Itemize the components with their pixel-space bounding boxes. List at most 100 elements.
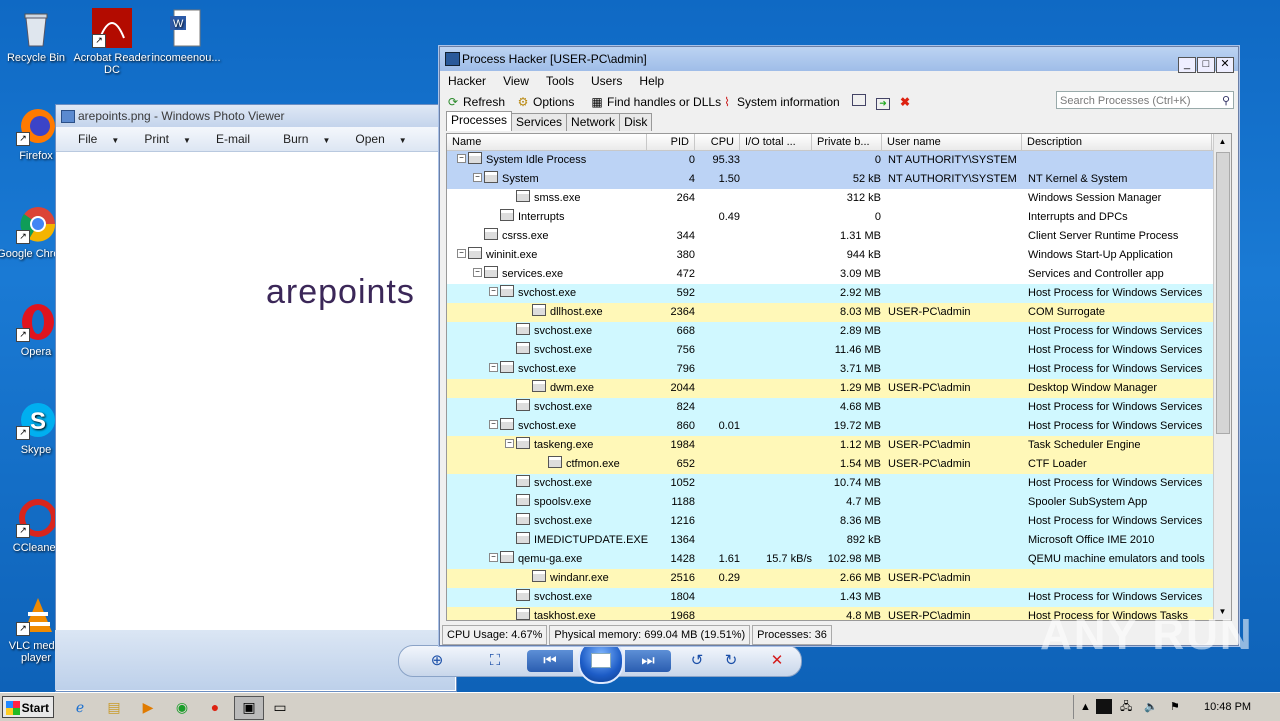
process-pid: 2044 xyxy=(670,382,695,394)
photo-viewer-taskbar-icon[interactable]: ▭ xyxy=(270,697,290,717)
process-pid: 1428 xyxy=(670,553,695,565)
rotate-right-icon[interactable]: ↻ xyxy=(717,650,745,672)
actual-size-icon[interactable]: ⛶ xyxy=(481,650,509,672)
table-row[interactable]: − svchost.exe 592 2.92 MB Host Process for W… xyxy=(447,284,1231,303)
table-row[interactable]: svchost.exe 1804 1.43 MB Host Process for W… xyxy=(447,588,1231,607)
tree-collapse-icon[interactable]: − xyxy=(489,553,498,562)
tray-flag-icon[interactable]: ⚑ xyxy=(1170,695,1180,719)
menu-view[interactable]: View xyxy=(503,71,529,91)
table-row[interactable]: − services.exe 472 3.09 MB Services and Cont… xyxy=(447,265,1231,284)
tree-collapse-icon[interactable]: − xyxy=(489,363,498,372)
table-row[interactable]: − taskeng.exe 1984 1.12 MB USER-PC\admin Task… xyxy=(447,436,1231,455)
system-information-button[interactable]: ⌇ System information xyxy=(720,94,840,110)
photo-viewer-window[interactable]: arepoints.png - Windows Photo Viewer Fil… xyxy=(55,104,457,692)
scroll-up-icon[interactable]: ▲ xyxy=(1214,134,1231,150)
tab-disk[interactable]: Disk xyxy=(619,113,653,131)
opera-taskbar-icon[interactable]: ● xyxy=(205,697,225,717)
vertical-scrollbar[interactable]: ▲ ▼ xyxy=(1213,134,1231,620)
tree-collapse-icon[interactable]: − xyxy=(457,154,466,163)
table-row[interactable]: svchost.exe 668 2.89 MB Host Process for Wi… xyxy=(447,322,1231,341)
tree-collapse-icon[interactable]: − xyxy=(489,287,498,296)
table-row[interactable]: svchost.exe 824 4.68 MB Host Process for Wi… xyxy=(447,398,1231,417)
ie-icon[interactable]: ℯ xyxy=(70,697,90,717)
close-button[interactable]: ✕ xyxy=(1216,57,1234,73)
menu-tools[interactable]: Tools xyxy=(546,71,574,91)
table-row[interactable]: spoolsv.exe 1188 4.7 MB Spooler SubSystem A… xyxy=(447,493,1231,512)
menu-email[interactable]: E-mail xyxy=(216,127,250,151)
desktop-icon-recycle-bin[interactable]: Recycle Bin xyxy=(0,8,76,64)
tree-collapse-icon[interactable]: − xyxy=(505,439,514,448)
table-row[interactable]: − svchost.exe 796 3.71 MB Host Process for W… xyxy=(447,360,1231,379)
chrome-taskbar-icon[interactable]: ◉ xyxy=(172,697,192,717)
delete-icon[interactable]: ✕ xyxy=(763,650,791,672)
column-name[interactable]: Name xyxy=(447,134,647,150)
tab-network[interactable]: Network xyxy=(566,113,621,131)
rotate-left-icon[interactable]: ↺ xyxy=(683,650,711,672)
table-row[interactable]: dllhost.exe 2364 8.03 MB USER-PC\admin COM S… xyxy=(447,303,1231,322)
column-pid[interactable]: PID xyxy=(647,134,695,150)
start-button[interactable]: Start xyxy=(2,696,54,718)
table-row[interactable]: − svchost.exe 860 0.01 19.72 MB Host Process … xyxy=(447,417,1231,436)
explorer-icon[interactable]: ▤ xyxy=(104,697,124,717)
options-button[interactable]: ⚙ Options xyxy=(516,94,575,110)
refresh-button[interactable]: ⟳ Refresh xyxy=(446,94,505,110)
menu-burn[interactable]: Burn ▼ xyxy=(283,127,330,153)
column-private-bytes[interactable]: Private b... xyxy=(812,134,882,150)
find-handles-button[interactable]: ▦ Find handles or DLLs xyxy=(590,94,721,110)
table-row[interactable]: csrss.exe 344 1.31 MB Client Server Runtime… xyxy=(447,227,1231,246)
menu-open[interactable]: Open ▼ xyxy=(355,127,406,153)
menu-print[interactable]: Print ▼ xyxy=(144,127,191,153)
table-row[interactable]: − System 4 1.50 52 kB NT AUTHORITY\SYSTEM NT K… xyxy=(447,170,1231,189)
table-row[interactable]: − System Idle Process 0 95.33 0 NT AUTHORITY\… xyxy=(447,151,1231,170)
photo-viewer-titlebar[interactable]: arepoints.png - Windows Photo Viewer xyxy=(56,105,456,127)
tray-volume-icon[interactable]: 🔈 xyxy=(1144,695,1158,719)
process-hacker-taskbar-icon[interactable]: ▣ xyxy=(234,696,264,720)
table-row[interactable]: − qemu-ga.exe 1428 1.61 15.7 kB/s 102.98 MB QE… xyxy=(447,550,1231,569)
table-row[interactable]: svchost.exe 756 11.46 MB Host Process for W… xyxy=(447,341,1231,360)
tab-processes[interactable]: Processes xyxy=(446,111,513,131)
menu-hacker[interactable]: Hacker xyxy=(448,71,486,91)
table-row[interactable]: svchost.exe 1052 10.74 MB Host Process for … xyxy=(447,474,1231,493)
maximize-button[interactable]: □ xyxy=(1197,57,1215,73)
terminate-icon[interactable]: ✖ xyxy=(900,94,910,110)
table-row[interactable]: IMEDICTUPDATE.EXE 1364 892 kB Microsoft Off… xyxy=(447,531,1231,550)
desktop-icon-acrobat[interactable]: ↗ Acrobat Reader DC xyxy=(72,8,152,76)
table-row[interactable]: smss.exe 264 312 kB Windows Session Manager xyxy=(447,189,1231,208)
process-hacker-titlebar[interactable]: Process Hacker [USER-PC\admin] _ □ ✕ xyxy=(440,47,1238,73)
table-row[interactable]: windanr.exe 2516 0.29 2.66 MB USER-PC\admin xyxy=(447,569,1231,588)
menu-users[interactable]: Users xyxy=(591,71,622,91)
table-row[interactable]: − wininit.exe 380 944 kB Windows Start-Up Ap… xyxy=(447,246,1231,265)
column-description[interactable]: Description xyxy=(1022,134,1212,150)
process-tree[interactable]: Name PID CPU I/O total ... Private b... … xyxy=(446,133,1232,621)
process-hacker-window[interactable]: Process Hacker [USER-PC\admin] _ □ ✕ Hacke… xyxy=(439,46,1239,646)
zoom-icon[interactable]: ⊕ xyxy=(423,650,451,672)
clock[interactable]: 10:48 PM xyxy=(1204,695,1251,719)
tree-collapse-icon[interactable]: − xyxy=(457,249,466,258)
table-row[interactable]: dwm.exe 2044 1.29 MB USER-PC\admin Desktop W… xyxy=(447,379,1231,398)
media-player-icon[interactable]: ▶ xyxy=(138,697,158,717)
table-row[interactable]: ctfmon.exe 652 1.54 MB USER-PC\admin CTF Loa… xyxy=(447,455,1231,474)
previous-icon[interactable]: ⏮ xyxy=(527,650,573,672)
column-cpu[interactable]: CPU xyxy=(695,134,740,150)
tree-collapse-icon[interactable]: − xyxy=(473,268,482,277)
table-row[interactable]: svchost.exe 1216 8.36 MB Host Process for W… xyxy=(447,512,1231,531)
column-user-name[interactable]: User name xyxy=(882,134,1022,150)
window-icon[interactable] xyxy=(852,94,869,110)
tree-collapse-icon[interactable]: − xyxy=(489,420,498,429)
table-row[interactable]: Interrupts 0.49 0 Interrupts and DPCs xyxy=(447,208,1231,227)
window-go-icon[interactable]: ➜ xyxy=(876,94,893,110)
next-icon[interactable]: ⏭ xyxy=(625,650,671,672)
tray-network-icon[interactable]: 🖧 xyxy=(1120,695,1132,719)
tree-collapse-icon[interactable]: − xyxy=(473,173,482,182)
minimize-button[interactable]: _ xyxy=(1178,57,1196,73)
menu-help[interactable]: Help xyxy=(639,71,664,91)
scrollbar-thumb[interactable] xyxy=(1216,152,1230,434)
process-description: Interrupts and DPCs xyxy=(1028,211,1128,223)
desktop-icon-word-doc[interactable]: W incomeenou... xyxy=(146,8,226,64)
column-io-total[interactable]: I/O total ... xyxy=(740,134,812,150)
search-processes-input[interactable]: Search Processes (Ctrl+K) ⚲ xyxy=(1056,91,1234,109)
tray-expand-icon[interactable]: ▲ xyxy=(1080,695,1091,719)
tray-monitor-icon[interactable] xyxy=(1096,699,1112,714)
tab-services[interactable]: Services xyxy=(511,113,568,131)
menu-file[interactable]: File ▼ xyxy=(78,127,119,153)
